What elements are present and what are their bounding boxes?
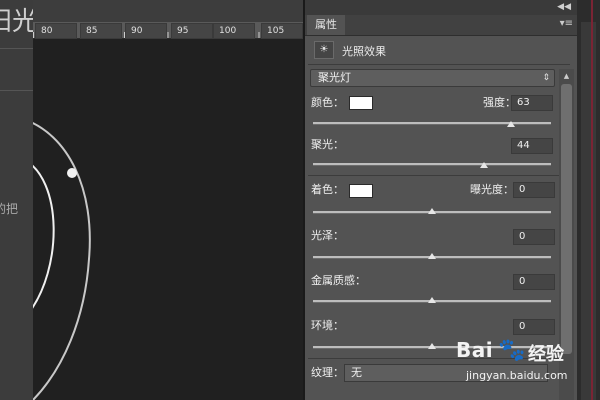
ruler-label: 80: [35, 23, 77, 39]
watermark-brand-left: Bai: [456, 338, 494, 362]
spotlight-outer-ellipse: [33, 122, 91, 400]
scrollbar-thumb[interactable]: [561, 84, 572, 354]
intensity-input[interactable]: 63: [511, 95, 553, 111]
ruler-label: 100: [213, 23, 255, 39]
light-color-swatch[interactable]: [349, 96, 373, 110]
page-text-fragment: 的把: [0, 202, 19, 216]
panel-tab-bar: 属性 ▾≡: [305, 15, 577, 36]
hotspot-label: 聚光：: [311, 138, 344, 151]
exposure-slider-thumb[interactable]: [428, 208, 436, 214]
panel-top-bar: ◀◀: [305, 0, 577, 15]
spotlight-inner-ellipse: [33, 165, 55, 309]
page-title-fragment: 阳光: [0, 7, 33, 37]
collapse-panel-icon[interactable]: ◀◀: [557, 0, 571, 14]
watermark-brand-right: 经验: [528, 344, 564, 365]
paw-icon: 🐾: [498, 338, 526, 363]
light-type-select[interactable]: 聚光灯 ⇕: [310, 69, 555, 87]
color-label: 颜色：: [311, 96, 344, 109]
spotlight-gizmo: [33, 122, 91, 400]
tint-label: 着色：: [311, 183, 344, 196]
canvas-top-bar: [33, 0, 303, 22]
page-divider: [0, 48, 33, 49]
section-divider: [308, 64, 570, 65]
lighting-effects-icon: ☀: [314, 41, 334, 59]
gloss-input[interactable]: 0: [513, 229, 555, 245]
intensity-slider-thumb[interactable]: [506, 121, 515, 127]
hotspot-slider-thumb[interactable]: [480, 162, 489, 168]
page-divider: [0, 90, 33, 91]
background-page-strip: 阳光 的把: [0, 0, 33, 400]
hotspot-slider-track[interactable]: [313, 163, 551, 166]
section-divider: [308, 175, 570, 176]
ruler-label: 95: [171, 23, 213, 39]
watermark-url: jingyan.baidu.com: [466, 369, 568, 382]
ambience-label: 环境：: [311, 319, 344, 332]
scroll-up-icon[interactable]: ▲: [559, 69, 574, 83]
metallic-input[interactable]: 0: [513, 274, 555, 290]
select-arrows-icon: ⇕: [542, 73, 550, 83]
exposure-label: 曝光度：: [470, 183, 514, 196]
horizontal-ruler[interactable]: 80 85 90 95 100 105: [33, 22, 303, 39]
baidu-jingyan-watermark: Bai 🐾 经验 jingyan.baidu.com: [456, 338, 596, 394]
ambience-slider-thumb[interactable]: [428, 343, 436, 349]
metallic-label: 金属质感：: [311, 274, 366, 287]
document-canvas[interactable]: [33, 39, 303, 400]
spotlight-handle[interactable]: [67, 168, 77, 178]
ambience-input[interactable]: 0: [513, 319, 555, 335]
gloss-label: 光泽：: [311, 229, 344, 242]
light-type-value: 聚光灯: [318, 71, 351, 84]
effect-title: 光照效果: [342, 45, 386, 58]
ruler-label: 105: [261, 23, 303, 39]
exposure-input[interactable]: 0: [513, 182, 555, 198]
ruler-label: 90: [125, 23, 167, 39]
texture-label: 纹理：: [311, 366, 344, 379]
metallic-slider-thumb[interactable]: [428, 297, 436, 303]
tab-properties[interactable]: 属性: [307, 15, 345, 35]
texture-value: 无: [351, 366, 362, 379]
intensity-slider-track[interactable]: [313, 122, 551, 125]
hotspot-input[interactable]: 44: [511, 138, 553, 154]
tint-color-swatch[interactable]: [349, 184, 373, 198]
gloss-slider-thumb[interactable]: [428, 253, 436, 259]
ruler-label: 85: [80, 23, 122, 39]
panel-menu-icon[interactable]: ▾≡: [560, 16, 573, 32]
